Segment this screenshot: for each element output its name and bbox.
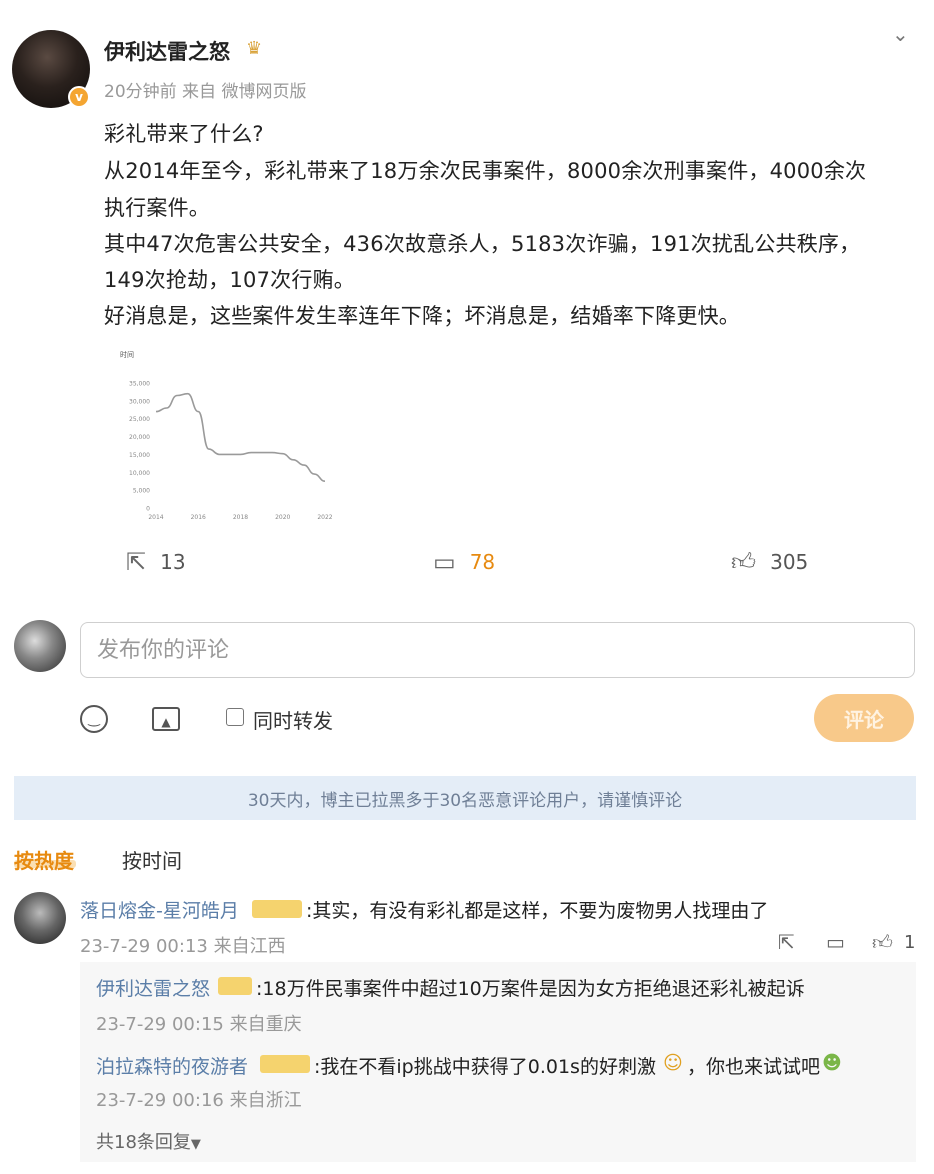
fan-badge <box>260 1055 310 1073</box>
like-icon[interactable]: 👍︎ <box>872 930 893 955</box>
comment-text: :其实，有没有彩礼都是这样，不要为废物男人找理由了 <box>306 900 769 922</box>
chart-y-tick-label: 20,000 <box>129 434 150 441</box>
comment-input[interactable] <box>80 622 915 678</box>
chart-y-tick-label: 10,000 <box>129 470 150 477</box>
caret-down-icon: ▼ <box>190 1137 201 1152</box>
image-icon[interactable]: ▲ <box>152 707 180 731</box>
more-replies-link[interactable]: 共18条回复▼ <box>96 1128 201 1154</box>
author-badge <box>218 977 252 995</box>
share-icon[interactable]: ⇱ <box>778 930 795 954</box>
chart-series-line <box>155 392 326 482</box>
chart-x-tick-label: 2020 <box>275 514 290 521</box>
commenter-avatar[interactable] <box>14 892 66 944</box>
post-text-line: 执行案件。 <box>104 196 210 220</box>
reply-author-name[interactable]: 伊利达雷之怒 <box>96 974 210 1001</box>
chart-x-tick-label: 2022 <box>317 514 332 521</box>
crown-icon: ♛ <box>246 38 263 59</box>
like-action[interactable]: 👍︎ 305 <box>731 548 808 576</box>
emoji-icon[interactable]: ‿ <box>80 705 108 733</box>
emoji-frog-icon: ☻ <box>822 1052 842 1074</box>
chart-x-tick-label: 2018 <box>233 514 248 521</box>
post-text-line: 彩礼带来了什么? <box>104 122 264 146</box>
forward-label[interactable]: 同时转发 <box>253 705 333 734</box>
my-avatar <box>14 620 66 672</box>
comment-count: 78 <box>469 550 496 574</box>
submit-comment-button[interactable]: 评论 <box>814 694 914 742</box>
comment-like-count: 1 <box>904 932 916 953</box>
post-text-line: 好消息是，这些案件发生率连年下降；坏消息是，结婚率下降更快。 <box>104 304 740 328</box>
post-text-line: 从2014年至今，彩礼带来了18万余次民事案件，8000余次刑事案件，4000余… <box>104 159 867 183</box>
comment-meta: 23-7-29 00:13 来自江西 <box>80 936 286 957</box>
tab-sort-time[interactable]: 按时间 <box>122 845 182 874</box>
post-chart-image[interactable]: 时间 35,000 30,000 25,000 20,000 15,000 10,000 5,… <box>110 345 350 525</box>
reply-text: :我在不看ip挑战中获得了0.01s的好刺激 <box>314 1056 656 1078</box>
verified-badge: v <box>68 86 90 108</box>
tab-sort-hot[interactable]: 按热度 <box>14 845 74 874</box>
comment-notice-banner: 30天内，博主已拉黑多于30名恶意评论用户，请谨慎评论 <box>14 776 916 820</box>
share-action[interactable]: ⇱ 13 <box>126 548 186 576</box>
emoji-grin-icon: ☺ <box>663 1052 683 1074</box>
share-count: 13 <box>160 550 186 574</box>
forward-checkbox[interactable] <box>226 708 244 726</box>
chart-x-tick-label: 2016 <box>191 514 206 521</box>
post-meta: 20分钟前 来自 微博网页版 <box>104 82 307 102</box>
chart-x-tick-label: 2014 <box>148 514 163 521</box>
reply-text: :18万件民事案件中超过10万案件是因为女方拒绝退还彩礼被起诉 <box>256 978 805 1000</box>
reply-meta: 23-7-29 00:15 来自重庆 <box>96 1014 302 1035</box>
post-text-line: 149次抢劫，107次行贿。 <box>104 268 355 292</box>
reply-icon[interactable]: ▭ <box>826 930 845 954</box>
chart-y-tick-label: 25,000 <box>129 416 150 423</box>
chart-y-tick-label: 0 <box>146 506 150 513</box>
share-icon: ⇱ <box>126 548 147 576</box>
author-name[interactable]: 伊利达雷之怒 <box>104 36 230 66</box>
post-text-line: 其中47次危害公共安全，436次故意杀人，5183次诈骗，191次扰乱公共秩序， <box>104 232 861 256</box>
reply-text-tail: ，你也来试试吧 <box>687 1056 821 1078</box>
chevron-down-icon[interactable]: ⌄ <box>892 22 909 46</box>
chart-ylabel: 时间 <box>120 350 134 359</box>
like-icon: 👍︎ <box>731 547 757 576</box>
comment-action[interactable]: ▭ 78 <box>433 548 495 576</box>
chart-y-tick-label: 5,000 <box>133 488 150 495</box>
chart-y-tick-label: 15,000 <box>129 452 150 459</box>
reply-author-name[interactable]: 泊拉森特的夜游者 <box>96 1052 248 1079</box>
chart-y-tick-label: 30,000 <box>129 398 150 405</box>
commenter-name[interactable]: 落日熔金-星河皓月 <box>80 896 239 923</box>
comment-icon: ▭ <box>433 548 456 576</box>
fan-badge <box>252 900 302 918</box>
reply-count-label: 共18条回复 <box>96 1132 191 1153</box>
chart-y-tick-label: 35,000 <box>129 381 150 388</box>
like-count: 305 <box>770 550 809 574</box>
reply-meta: 23-7-29 00:16 来自浙江 <box>96 1090 302 1111</box>
